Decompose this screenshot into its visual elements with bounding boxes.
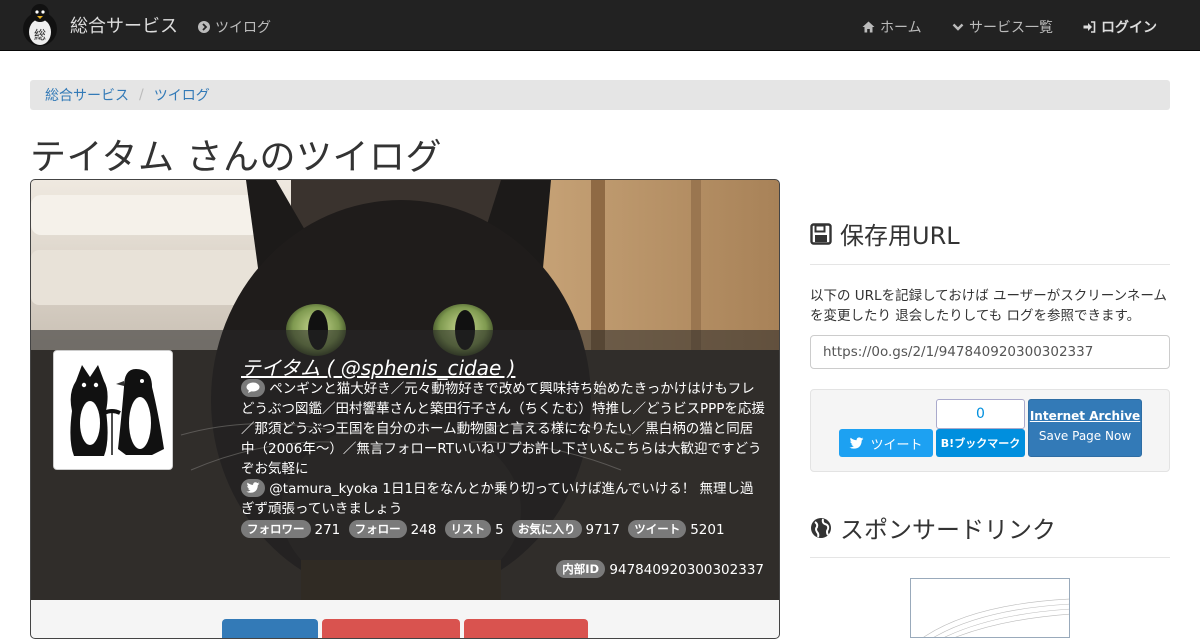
sponsor-heading-text: スポンサードリンク [840, 516, 1056, 544]
profile-stats: フォロワー 271 フォロー 248 リスト 5 お気に入り 9717 ツイート 5201 [241, 520, 729, 538]
nav-twilog[interactable]: ツイログ [198, 17, 271, 37]
stat-favorites-label: お気に入り [512, 520, 582, 538]
internet-archive-title: Internet Archive [1029, 409, 1141, 423]
chevron-down-icon [952, 21, 964, 33]
twitter-bird-icon [241, 479, 265, 497]
share-buttons: ツイート 0 B!ブックマーク Internet Archive Save Pa… [810, 389, 1170, 472]
action-button-primary[interactable] [222, 619, 318, 638]
profile-bio-text: ペンギンと猫大好き／元々動物好きで改めて興味持ち始めたきっかけはけもフレどうぶつ… [241, 381, 765, 477]
sponsor-heading: スポンサードリンク [810, 510, 1056, 545]
nav-home[interactable]: ホーム [862, 17, 922, 37]
penguin-logo-icon: 総 [23, 4, 57, 46]
internal-id: 内部ID 947840920300302337 [556, 560, 764, 578]
internal-id-label: 内部ID [556, 560, 606, 578]
divider [810, 264, 1170, 265]
profile-latest-tweet: @tamura_kyoka 1日1日をなんとか乗り切っていけば進んでいける！ 無… [241, 479, 766, 519]
save-url-heading-text: 保存用URL [840, 222, 960, 250]
chevron-circle-right-icon [198, 21, 210, 33]
divider [810, 557, 1170, 558]
tweet-share-label: ツイート [870, 437, 923, 453]
stat-following-value: 248 [410, 522, 437, 538]
brand-text: 総合サービス [70, 16, 178, 37]
save-url-description: 以下の URLを記録しておけば ユーザーがスクリーンネームを変更したり 退会した… [810, 288, 1167, 324]
comment-icon [241, 379, 265, 397]
breadcrumb: 総合サービス / ツイログ [30, 80, 1170, 110]
nav-service-list-label: サービス一覧 [969, 20, 1053, 36]
nav-login[interactable]: ログイン [1083, 17, 1157, 37]
stat-followers-label: フォロワー [241, 520, 311, 538]
hatena-bookmark-count[interactable]: 0 [936, 399, 1025, 429]
globe-icon [811, 517, 831, 538]
profile-bio: ペンギンと猫大好き／元々動物好きで改めて興味持ち始めたきっかけはけもフレどうぶつ… [241, 379, 766, 479]
profile-action-row [31, 600, 779, 638]
profile-latest-tweet-text: @tamura_kyoka 1日1日をなんとか乗り切っていけば進んでいける！ 無… [241, 481, 754, 517]
stat-tweets-label: ツイート [628, 520, 687, 538]
nav-login-label: ログイン [1101, 20, 1157, 36]
sponsor-ad[interactable] [910, 578, 1070, 638]
twitter-bird-icon [849, 437, 864, 449]
stat-lists-value: 5 [495, 522, 504, 538]
internet-archive-subtitle: Save Page Now [1038, 429, 1132, 443]
save-url-heading: 保存用URL [810, 216, 960, 251]
internet-archive-button[interactable]: Internet Archive Save Page Now [1028, 399, 1142, 457]
action-button-danger-2[interactable] [464, 619, 588, 638]
brand-link[interactable]: 総 総合サービス [20, 3, 178, 47]
home-icon [862, 21, 875, 33]
nav-home-label: ホーム [880, 20, 922, 36]
saved-url-field[interactable] [810, 335, 1170, 369]
stat-lists-label: リスト [444, 520, 492, 538]
action-button-danger-1[interactable] [322, 619, 460, 638]
breadcrumb-item-home[interactable]: 総合サービス [45, 85, 129, 105]
hatena-bookmark-button[interactable]: B!ブックマーク [936, 429, 1025, 457]
internal-id-value: 947840920300302337 [609, 562, 764, 578]
ad-graphic [923, 598, 1069, 637]
cat-and-penguin-avatar-icon [54, 351, 172, 469]
brand-logo-char: 総 [34, 28, 46, 42]
stat-favorites-value: 9717 [585, 522, 620, 538]
nav-service-list[interactable]: サービス一覧 [952, 17, 1053, 37]
breadcrumb-item-twilog[interactable]: ツイログ [154, 85, 210, 105]
profile-card: テイタム ( @sphenis_cidae ) ペンギンと猫大好き／元々動物好き… [30, 179, 780, 639]
stat-followers-value: 271 [314, 522, 341, 538]
breadcrumb-separator: / [139, 87, 144, 103]
profile-display-name[interactable]: テイタム ( @sphenis_cidae ) [241, 352, 515, 381]
profile-avatar[interactable] [53, 350, 173, 470]
navbar: 総 総合サービス ツイログ ホーム サービス一覧 ログイン [0, 0, 1200, 51]
nav-twilog-label: ツイログ [215, 20, 271, 36]
sign-in-icon [1083, 21, 1096, 33]
floppy-disk-icon [810, 222, 832, 245]
page-title: テイタム さんのツイログ [30, 137, 443, 178]
stat-following-label: フォロー [348, 520, 407, 538]
stat-tweets-value: 5201 [690, 522, 725, 538]
tweet-share-button[interactable]: ツイート [839, 429, 933, 457]
